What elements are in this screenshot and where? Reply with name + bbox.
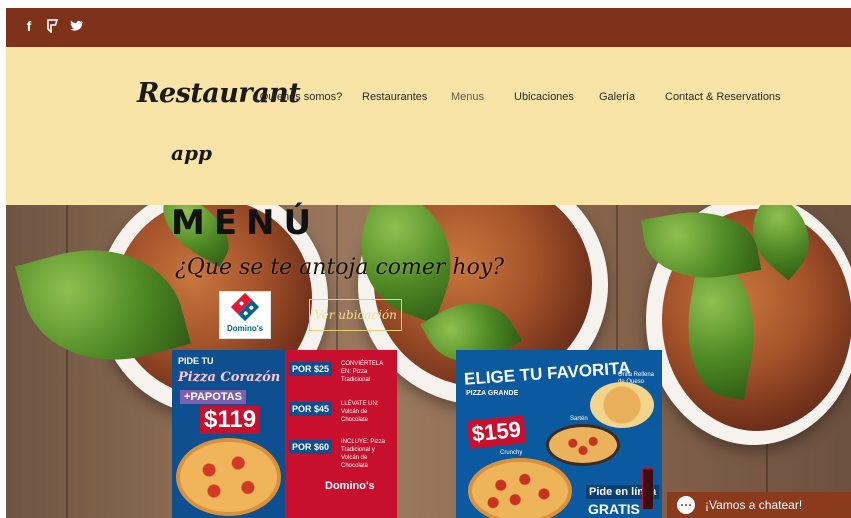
promo1-offer-3-price: POR $60 (289, 440, 333, 454)
hero-background-image (6, 205, 851, 518)
nav-restaurantes[interactable]: Restaurantes (362, 91, 427, 103)
site-logo-line2[interactable]: app (171, 141, 212, 165)
menu-title: MENÚ (171, 203, 321, 243)
nav-ubicaciones[interactable]: Ubicaciones (514, 91, 574, 103)
promo2-price: $159 (466, 415, 527, 449)
chat-icon (677, 496, 695, 514)
chat-widget[interactable]: ¡Vamos a chatear! (667, 492, 851, 518)
nav-contact-reservations[interactable]: Contact & Reservations (665, 91, 781, 103)
nav-galeria[interactable]: Galería (599, 91, 635, 103)
promo-pizza-corazon[interactable]: PIDE TU Pizza Corazón +PAPOTAS $119 POR … (172, 350, 397, 518)
promo1-papotas: +PAPOTAS (180, 390, 246, 404)
promo1-offer-1-desc: CONVIÉRTELA EN: Pizza Tradicional (341, 361, 383, 383)
promo1-pizza-image (176, 438, 281, 516)
promo1-offer-1: POR $25 CONVIÉRTELA EN: Pizza Tradiciona… (289, 360, 393, 390)
social-top-bar (6, 8, 851, 47)
dominos-label: Domino's (226, 324, 264, 333)
promo2-soda-bottle (642, 468, 654, 510)
facebook-icon[interactable]: f (22, 17, 36, 35)
promo-elige-tu-favorita[interactable]: ELIGE TU FAVORITA PIZZA GRANDE Orilla Re… (456, 350, 662, 518)
nav-menus[interactable]: Menus (451, 91, 484, 103)
promo1-pide-tu: PIDE TU (178, 356, 214, 366)
foursquare-icon[interactable] (45, 17, 59, 35)
promo2-pizza-sarten (546, 424, 620, 466)
promo1-offer-2-desc: LLÉVATE UN: Volcán de Chocolate (341, 401, 379, 423)
promo2-gratis: GRATIS (588, 501, 640, 517)
promo1-price: $119 (200, 406, 261, 434)
promo2-pizza-crunchy (468, 458, 572, 518)
promo1-offer-2-price: POR $45 (289, 402, 333, 416)
promo1-brand: Domino's (325, 480, 375, 492)
promo2-sarten: Sartén (570, 416, 588, 422)
nav-quienes-somos[interactable]: ¿Quienes somos? (253, 91, 342, 103)
promo2-crunchy: Crunchy (500, 450, 523, 456)
site-header (6, 47, 851, 205)
ver-ubicacion-button[interactable]: Ver ubicación (309, 299, 402, 331)
promo2-pizza-orilla (590, 382, 654, 428)
promo1-offer-2: POR $45 LLÉVATE UN: Volcán de Chocolate (289, 400, 393, 430)
promo1-offer-3: POR $60 INCLUYE: Pizza Tradicional y Vol… (289, 438, 393, 472)
promo2-sub: PIZZA GRANDE (466, 390, 519, 397)
twitter-icon[interactable] (69, 18, 85, 34)
dominos-logo[interactable]: Domino's (219, 291, 271, 339)
promo1-offer-1-price: POR $25 (289, 362, 333, 376)
promo1-offer-3-desc: INCLUYE: Pizza Tradicional y Volcán de C… (341, 439, 386, 469)
hero-tagline: ¿Que se te antoja comer hoy? (175, 255, 505, 280)
chat-label: ¡Vamos a chatear! (705, 498, 803, 512)
promo1-pizza-corazon: Pizza Corazón (178, 370, 281, 385)
